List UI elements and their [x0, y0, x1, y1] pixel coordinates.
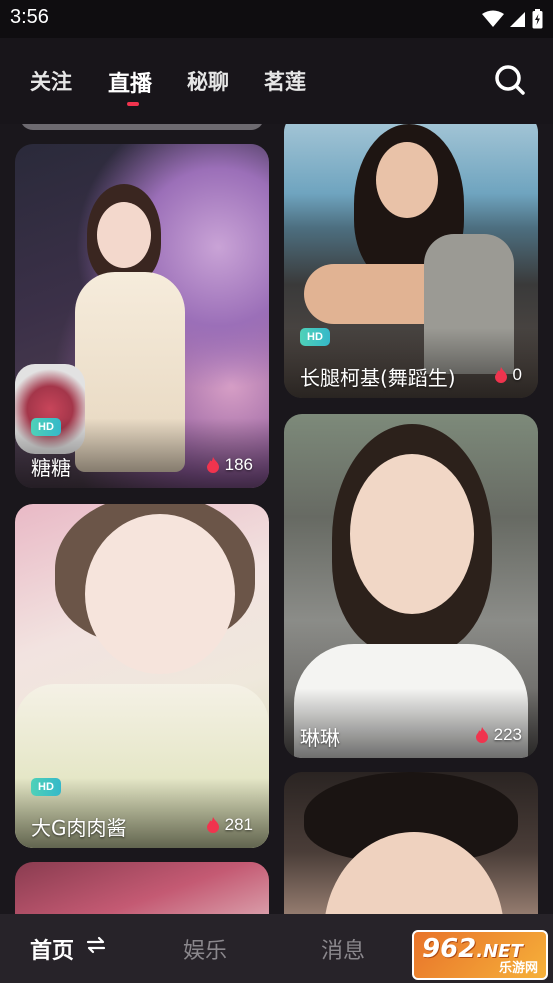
nav-messages[interactable]: 消息	[321, 933, 365, 965]
tab-private-chat[interactable]: 秘聊	[187, 66, 229, 96]
tab-live[interactable]: 直播	[108, 66, 152, 98]
streamer-name: 糖糖	[31, 456, 71, 480]
flame-icon	[206, 457, 219, 473]
stream-thumbnail	[15, 862, 269, 914]
popularity-value: 223	[493, 725, 522, 744]
streamer-face	[350, 454, 474, 614]
active-tab-indicator	[127, 102, 139, 106]
watermark-subtext: 乐游网	[498, 961, 538, 976]
streamer-name: 大G肉肉酱	[31, 816, 127, 840]
flame-icon	[206, 817, 219, 833]
hd-badge: HD	[31, 778, 61, 796]
streamer-name: 琳琳	[300, 726, 340, 750]
popularity-count: 0	[494, 365, 522, 385]
popularity-value: 0	[512, 365, 522, 384]
flame-icon	[494, 367, 507, 383]
streamer-name: 长腿柯基(舞蹈生)	[300, 366, 456, 390]
site-watermark-logo: 962.NET 乐游网	[412, 930, 548, 980]
status-icons	[482, 9, 543, 29]
streamer-face	[85, 514, 235, 674]
battery-icon	[532, 9, 543, 29]
nav-home[interactable]: 首页	[30, 933, 74, 965]
live-card[interactable]: HD 糖糖 186	[15, 144, 269, 488]
wifi-icon	[482, 10, 504, 27]
signal-icon	[510, 12, 525, 27]
swap-icon[interactable]	[86, 935, 106, 955]
live-card-partial[interactable]	[284, 772, 538, 914]
live-card[interactable]: HD 长腿柯基(舞蹈生) 0	[284, 124, 538, 398]
live-card-partial-top[interactable]	[20, 124, 264, 130]
live-card[interactable]: 琳琳 223	[284, 414, 538, 758]
streamer-face	[97, 202, 151, 268]
live-card-partial[interactable]	[15, 862, 269, 914]
top-tab-bar: 关注 直播 秘聊 茗莲	[0, 38, 553, 124]
popularity-count: 223	[475, 725, 522, 745]
popularity-count: 186	[206, 455, 253, 475]
flame-icon	[475, 727, 488, 743]
popularity-count: 281	[206, 815, 253, 835]
live-feed[interactable]: HD 糖糖 186 HD 长腿柯基(舞蹈生) 0 HD 大G肉肉酱 281 琳琳…	[0, 124, 553, 914]
hd-badge: HD	[31, 418, 61, 436]
nav-entertainment[interactable]: 娱乐	[183, 933, 227, 965]
popularity-value: 186	[224, 455, 253, 474]
popularity-value: 281	[224, 815, 253, 834]
tab-minglian[interactable]: 茗莲	[264, 66, 306, 96]
search-icon[interactable]	[494, 64, 526, 96]
status-bar: 3:56	[0, 0, 553, 38]
tab-follow[interactable]: 关注	[30, 66, 72, 96]
hd-badge: HD	[300, 328, 330, 346]
status-time: 3:56	[10, 6, 49, 28]
live-card[interactable]: HD 大G肉肉酱 281	[15, 504, 269, 848]
streamer-face	[376, 142, 438, 218]
